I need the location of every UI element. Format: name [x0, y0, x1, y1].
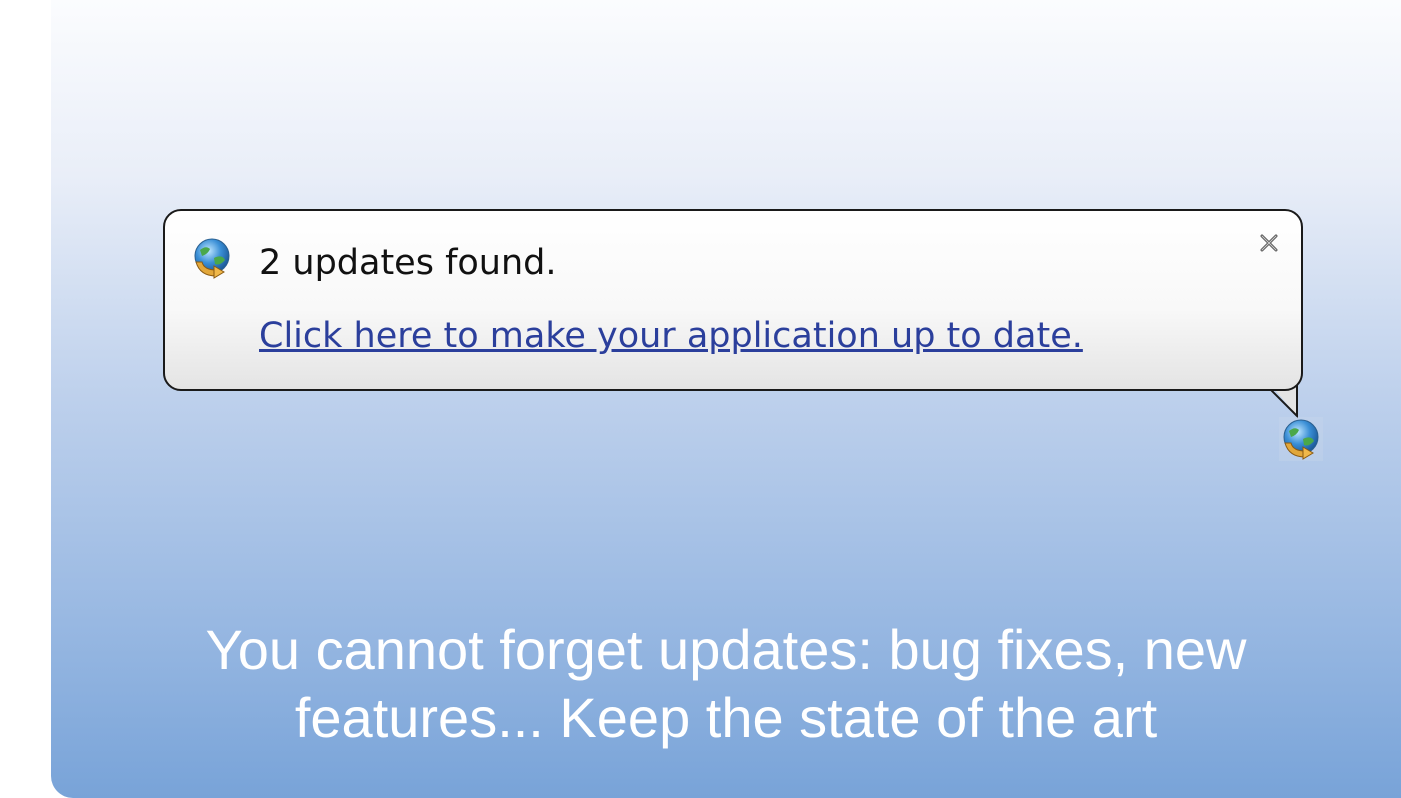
notification-title: 2 updates found. [259, 243, 557, 283]
caption-line-2: features... Keep the state of the art [294, 686, 1158, 749]
caption-line-1: You cannot forget updates: bug fixes, ne… [205, 618, 1247, 681]
update-globe-icon[interactable] [1279, 417, 1323, 461]
close-icon[interactable] [1259, 233, 1279, 253]
promo-panel: 2 updates found. Click here to make your… [51, 0, 1401, 798]
promo-caption: You cannot forget updates: bug fixes, ne… [51, 616, 1401, 752]
update-link[interactable]: Click here to make your application up t… [259, 314, 1083, 358]
update-globe-icon [194, 238, 230, 279]
update-notification-balloon: 2 updates found. Click here to make your… [163, 209, 1303, 391]
